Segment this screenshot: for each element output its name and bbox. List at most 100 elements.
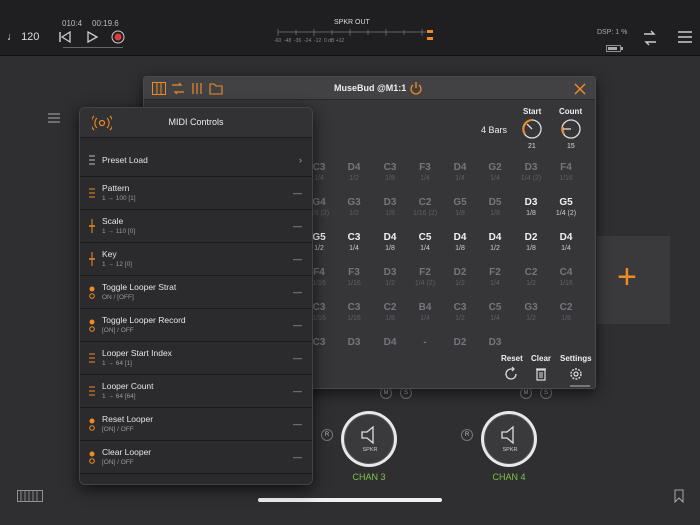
folder-icon[interactable] <box>209 82 223 95</box>
note-cell[interactable]: C2 1/2 <box>514 267 548 287</box>
note-cell[interactable]: C2 1/8 <box>373 302 407 322</box>
note-cell[interactable]: D3 <box>478 337 512 347</box>
midi-control-row[interactable]: Preset Load › <box>80 144 312 177</box>
note-cell[interactable]: D3 1/4 (2) <box>514 162 548 182</box>
note-duration: 1/4 <box>420 175 430 182</box>
trash-icon[interactable] <box>533 366 549 382</box>
plugin-title: MuseBud @M1:1 <box>334 83 407 93</box>
sliders-icon[interactable] <box>190 82 204 95</box>
note-name: D3 <box>524 162 538 173</box>
speaker-node[interactable]: SPKR <box>341 411 397 467</box>
note-cell[interactable]: G2 1/4 <box>478 162 512 182</box>
midi-control-title: Pattern <box>102 183 130 193</box>
note-cell[interactable]: G3 1/2 <box>337 197 371 217</box>
note-cell[interactable]: C2 1/8 <box>549 302 583 322</box>
note-cell[interactable]: D3 <box>337 337 371 347</box>
note-cell[interactable]: C2 1/16 (2) <box>408 197 442 217</box>
midi-control-row[interactable]: Toggle Looper Record [ON] / OFF — <box>80 309 312 342</box>
note-cell[interactable]: D3 1/8 <box>514 197 548 217</box>
note-cell[interactable]: - <box>408 337 442 347</box>
menu-icon[interactable] <box>676 28 694 46</box>
note-cell[interactable]: D3 1/8 <box>373 197 407 217</box>
note-cell[interactable]: C5 1/4 <box>478 302 512 322</box>
note-cell[interactable]: D3 1/2 <box>373 267 407 287</box>
note-cell[interactable]: D4 1/8 <box>443 232 477 252</box>
count-knob[interactable] <box>560 118 582 140</box>
unassigned-indicator[interactable]: — <box>293 287 302 297</box>
chevron-right-icon[interactable]: › <box>299 155 302 165</box>
note-cell[interactable]: C3 1/8 <box>373 162 407 182</box>
keyboard-icon[interactable] <box>17 489 43 502</box>
resize-handle[interactable] <box>570 385 590 387</box>
note-cell[interactable]: G5 1/4 (2) <box>549 197 583 217</box>
note-cell[interactable]: D4 1/8 <box>373 232 407 252</box>
note-cell[interactable]: D2 <box>443 337 477 347</box>
note-cell[interactable]: D4 1/2 <box>337 162 371 182</box>
unassigned-indicator[interactable]: — <box>293 419 302 429</box>
note-cell[interactable]: D2 1/8 <box>514 232 548 252</box>
routing-icon[interactable] <box>640 28 660 48</box>
unassigned-indicator[interactable]: — <box>293 452 302 462</box>
note-grid[interactable]: C3 1/4 D4 1/2 C3 1/8 F3 1/4 D4 1/4 G2 1/4 D3 1/4 (2) F… <box>308 162 588 347</box>
note-cell[interactable]: D2 1/2 <box>443 267 477 287</box>
piano-icon[interactable] <box>152 82 166 95</box>
midi-control-row[interactable]: Looper Start Index 1 → 64 [1] — <box>80 342 312 375</box>
routing-icon[interactable] <box>171 82 185 95</box>
midi-control-row[interactable]: Reset Looper [ON] / OFF — <box>80 408 312 441</box>
note-cell[interactable]: D4 1/4 <box>443 162 477 182</box>
note-cell[interactable]: D4 1/4 <box>549 232 583 252</box>
tempo-display[interactable]: ♩ 120 <box>7 31 39 43</box>
start-knob[interactable] <box>521 118 543 140</box>
midi-control-row[interactable]: Pattern 1 → 100 [1] — <box>80 177 312 210</box>
unassigned-indicator[interactable]: — <box>293 254 302 264</box>
unassigned-indicator[interactable]: — <box>293 353 302 363</box>
note-cell[interactable]: F2 1/4 (2) <box>408 267 442 287</box>
note-name: G5 <box>559 197 573 208</box>
unassigned-indicator[interactable]: — <box>293 221 302 231</box>
midi-control-row[interactable]: Clear Looper [ON] / OFF — <box>80 441 312 474</box>
unassigned-indicator[interactable]: — <box>293 386 302 396</box>
unassigned-indicator[interactable]: — <box>293 188 302 198</box>
close-icon[interactable] <box>574 82 586 95</box>
record-icon[interactable] <box>110 29 126 45</box>
bookmark-icon[interactable] <box>673 489 685 504</box>
midi-control-row[interactable]: Key 1 → 12 [0] — <box>80 243 312 276</box>
speaker-node[interactable]: SPKR <box>481 411 537 467</box>
note-name: C2 <box>383 302 397 313</box>
note-cell[interactable]: F3 1/4 <box>408 162 442 182</box>
note-name: F3 <box>348 267 360 278</box>
note-cell[interactable]: F3 1/16 <box>337 267 371 287</box>
note-cell[interactable]: C3 1/16 <box>337 302 371 322</box>
note-cell[interactable]: F2 1/4 <box>478 267 512 287</box>
power-icon[interactable] <box>409 81 423 95</box>
record-arm-button[interactable]: R <box>461 429 473 441</box>
add-slot-panel[interactable]: + <box>597 236 670 324</box>
gear-icon[interactable] <box>568 366 584 382</box>
slider-icon <box>88 252 96 266</box>
reset-icon[interactable] <box>503 366 519 382</box>
midi-control-row[interactable]: Scale 1 → 110 [0] — <box>80 210 312 243</box>
note-cell[interactable]: B4 1/4 <box>408 302 442 322</box>
note-cell[interactable]: G5 1/8 <box>443 197 477 217</box>
midi-control-row[interactable]: Toggle Looper Strat ON / [OFF] — <box>80 276 312 309</box>
midi-control-row[interactable]: Looper Count 1 → 64 [64] — <box>80 375 312 408</box>
note-cell[interactable]: C5 1/4 <box>408 232 442 252</box>
note-cell[interactable]: D4 1/2 <box>478 232 512 252</box>
bars-selector[interactable]: 4 Bars <box>481 125 507 135</box>
note-name: - <box>423 337 427 347</box>
timeline-underline <box>63 47 123 48</box>
note-cell[interactable]: D4 <box>373 337 407 347</box>
record-arm-button[interactable]: R <box>321 429 333 441</box>
midi-control-title: Toggle Looper Strat <box>102 282 177 292</box>
note-cell[interactable]: C3 1/4 <box>337 232 371 252</box>
note-cell[interactable]: F4 1/16 <box>549 162 583 182</box>
note-cell[interactable]: C4 1/16 <box>549 267 583 287</box>
note-cell[interactable]: C3 1/2 <box>443 302 477 322</box>
note-cell[interactable]: D5 1/8 <box>478 197 512 217</box>
rewind-icon[interactable] <box>57 29 73 45</box>
output-meter <box>276 28 434 40</box>
note-cell[interactable]: G3 1/2 <box>514 302 548 322</box>
unassigned-indicator[interactable]: — <box>293 320 302 330</box>
play-icon[interactable] <box>84 29 100 45</box>
list-icon[interactable] <box>47 111 61 125</box>
